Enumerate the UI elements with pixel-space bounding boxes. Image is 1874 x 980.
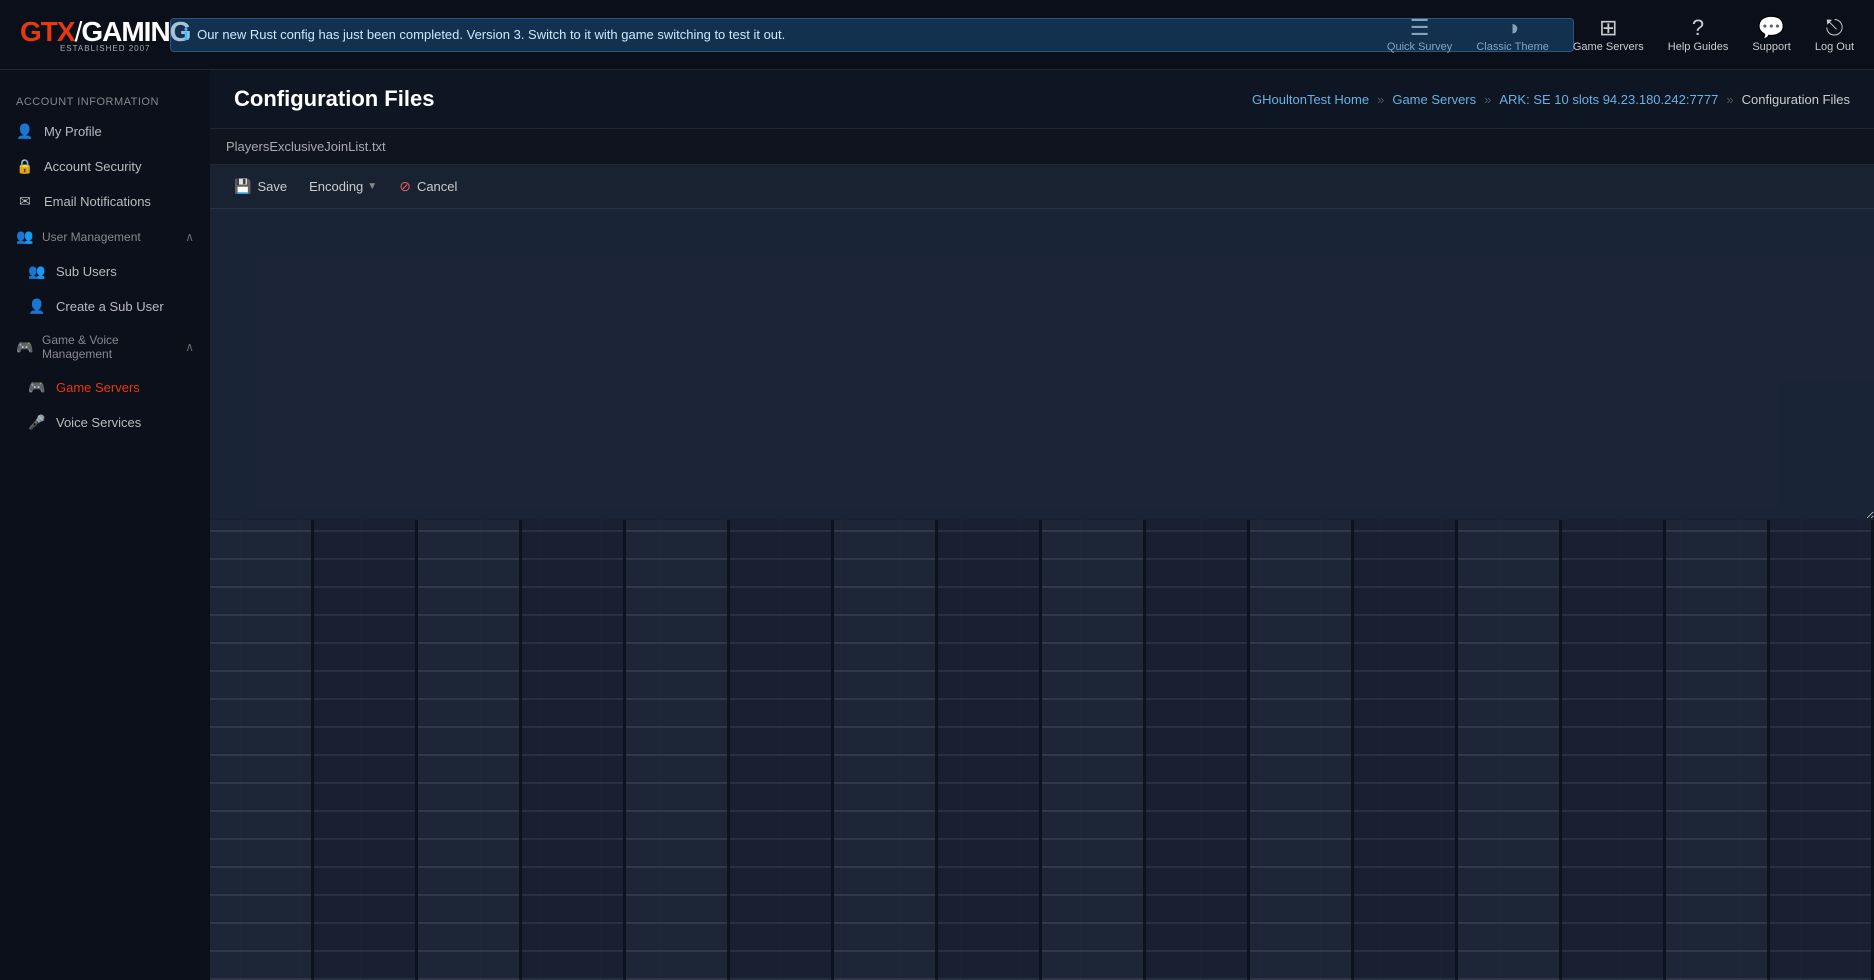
- encoding-label: Encoding: [309, 179, 363, 194]
- log-out-label: Log Out: [1815, 41, 1854, 53]
- user-management-icon: 👥: [16, 228, 34, 245]
- help-guides-icon: ?: [1692, 17, 1704, 39]
- my-profile-icon: 👤: [16, 123, 34, 140]
- breadcrumb-sep-3: »: [1726, 92, 1733, 107]
- email-notifications-icon: ✉: [16, 193, 34, 210]
- rack-unit-4: [522, 520, 626, 980]
- sub-users-label: Sub Users: [56, 264, 117, 279]
- voice-services-label: Voice Services: [56, 415, 141, 430]
- sidebar-item-create-sub-user[interactable]: 👤 Create a Sub User: [0, 289, 210, 324]
- rack-unit-3: [418, 520, 522, 980]
- help-guides-label: Help Guides: [1668, 41, 1729, 53]
- nav-log-out[interactable]: ⎋ Log Out: [1815, 17, 1854, 53]
- breadcrumb-sep-2: »: [1484, 92, 1491, 107]
- rack-unit-1: [210, 520, 314, 980]
- logo: GTX/GAMING ESTABLISHED 2007: [20, 16, 190, 53]
- breadcrumb-current: Configuration Files: [1742, 92, 1850, 107]
- rack-unit-13: [1458, 520, 1562, 980]
- sidebar-item-game-servers[interactable]: 🎮 Game Servers: [0, 370, 210, 405]
- sub-users-icon: 👥: [28, 263, 46, 280]
- rack-unit-10: [1146, 520, 1250, 980]
- editor-panel: PlayersExclusiveJoinList.txt 💾 Save Enco…: [210, 129, 1874, 519]
- my-profile-label: My Profile: [44, 124, 102, 139]
- save-button[interactable]: 💾 Save: [222, 173, 299, 200]
- main-layout: Account Information 👤 My Profile 🔒 Accou…: [0, 70, 1874, 980]
- nav-support[interactable]: 💬 Support: [1752, 17, 1791, 53]
- voice-services-icon: 🎤: [28, 414, 46, 431]
- info-icon: ℹ: [183, 25, 189, 45]
- breadcrumb-game-servers[interactable]: Game Servers: [1392, 92, 1476, 107]
- support-label: Support: [1752, 41, 1791, 53]
- breadcrumb-sep-1: »: [1377, 92, 1384, 107]
- sidebar-item-my-profile[interactable]: 👤 My Profile: [0, 114, 210, 149]
- game-servers-nav-label: Game Servers: [1573, 41, 1644, 53]
- cancel-label: Cancel: [417, 179, 457, 194]
- breadcrumb-home[interactable]: GHoultonTest Home: [1252, 92, 1369, 107]
- save-icon: 💾: [234, 178, 251, 195]
- notification-message: Our new Rust config has just been comple…: [197, 27, 785, 42]
- logo-tagline: ESTABLISHED 2007: [60, 44, 151, 53]
- editor-filename: PlayersExclusiveJoinList.txt: [210, 129, 1874, 165]
- server-rack-background: [210, 520, 1874, 980]
- breadcrumb-nav: GHoultonTest Home » Game Servers » ARK: …: [1252, 92, 1850, 107]
- rack-unit-6: [730, 520, 834, 980]
- sidebar-item-sub-users[interactable]: 👥 Sub Users: [0, 254, 210, 289]
- sidebar-item-voice-services[interactable]: 🎤 Voice Services: [0, 405, 210, 440]
- save-label: Save: [257, 179, 287, 194]
- editor-toolbar: 💾 Save Encoding ▼ ⊘ Cancel: [210, 165, 1874, 209]
- breadcrumb-bar: Configuration Files GHoultonTest Home » …: [210, 70, 1874, 129]
- rack-unit-12: [1354, 520, 1458, 980]
- support-icon: 💬: [1758, 17, 1785, 39]
- create-sub-user-label: Create a Sub User: [56, 299, 164, 314]
- main-content: Configuration Files GHoultonTest Home » …: [210, 70, 1874, 980]
- nav-help-guides[interactable]: ? Help Guides: [1668, 17, 1729, 53]
- log-out-icon: ⎋: [1826, 17, 1843, 39]
- page-title: Configuration Files: [234, 86, 434, 112]
- game-voice-management-group[interactable]: 🎮 Game & Voice Management ∧: [0, 324, 210, 370]
- sidebar: Account Information 👤 My Profile 🔒 Accou…: [0, 70, 210, 980]
- rack-unit-11: [1250, 520, 1354, 980]
- game-voice-chevron: ∧: [185, 340, 194, 354]
- cancel-button[interactable]: ⊘ Cancel: [387, 173, 469, 200]
- encoding-dropdown[interactable]: Encoding ▼: [299, 174, 387, 199]
- navbar: GTX/GAMING ESTABLISHED 2007 ℹ Our new Ru…: [0, 0, 1874, 70]
- rack-unit-9: [1042, 520, 1146, 980]
- rack-unit-16: [1770, 520, 1874, 980]
- nav-game-servers[interactable]: ⊞ Game Servers: [1573, 17, 1644, 53]
- breadcrumb-server[interactable]: ARK: SE 10 slots 94.23.180.242:7777: [1499, 92, 1718, 107]
- game-servers-sidebar-icon: 🎮: [28, 379, 46, 396]
- create-sub-user-icon: 👤: [28, 298, 46, 315]
- user-management-chevron: ∧: [185, 230, 194, 244]
- rack-unit-7: [834, 520, 938, 980]
- rack-unit-5: [626, 520, 730, 980]
- account-info-label: Account Information: [0, 86, 210, 114]
- file-editor-textarea[interactable]: [210, 209, 1874, 519]
- user-management-group[interactable]: 👥 User Management ∧: [0, 219, 210, 254]
- encoding-chevron-icon: ▼: [367, 181, 377, 192]
- game-servers-sidebar-label: Game Servers: [56, 380, 140, 395]
- notification-bar: ℹ Our new Rust config has just been comp…: [170, 18, 1574, 52]
- game-voice-label: Game & Voice Management: [42, 333, 185, 361]
- user-management-label: User Management: [42, 230, 141, 244]
- rack-unit-15: [1666, 520, 1770, 980]
- account-security-icon: 🔒: [16, 158, 34, 175]
- rack-unit-2: [314, 520, 418, 980]
- rack-unit-14: [1562, 520, 1666, 980]
- sidebar-item-account-security[interactable]: 🔒 Account Security: [0, 149, 210, 184]
- sidebar-item-email-notifications[interactable]: ✉ Email Notifications: [0, 184, 210, 219]
- cancel-icon: ⊘: [399, 178, 411, 195]
- rack-unit-8: [938, 520, 1042, 980]
- user-management-left: 👥 User Management: [16, 228, 141, 245]
- game-voice-icon: 🎮: [16, 339, 34, 356]
- game-servers-nav-icon: ⊞: [1599, 17, 1617, 39]
- logo-area: GTX/GAMING ESTABLISHED 2007: [20, 16, 190, 53]
- account-security-label: Account Security: [44, 159, 142, 174]
- email-notifications-label: Email Notifications: [44, 194, 151, 209]
- game-voice-left: 🎮 Game & Voice Management: [16, 333, 185, 361]
